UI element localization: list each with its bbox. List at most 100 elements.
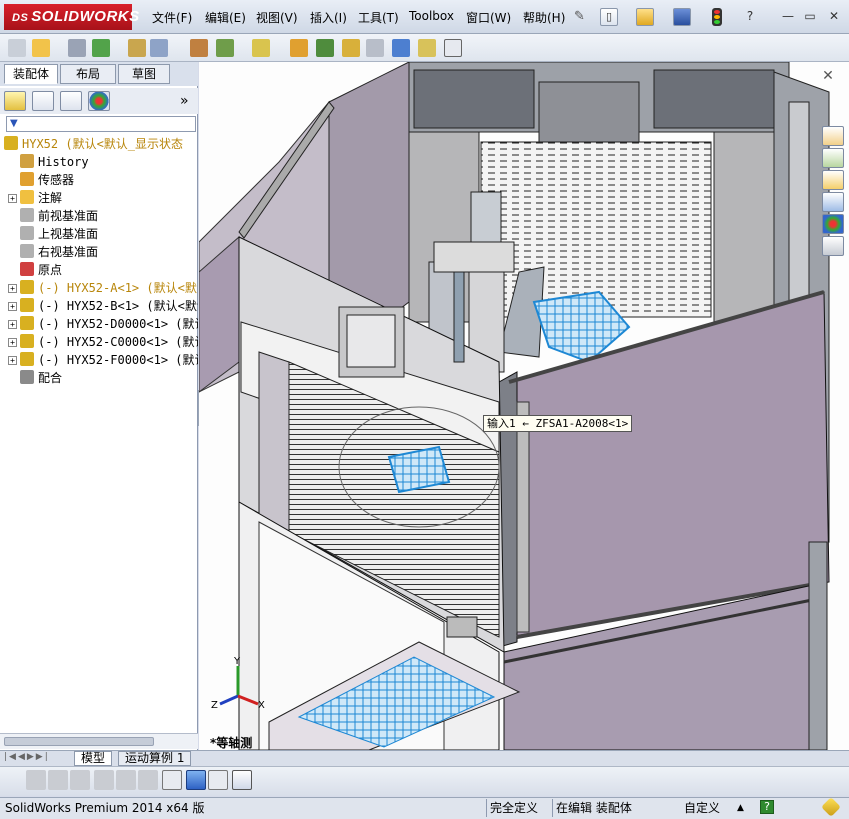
subassembly-icon [20, 316, 34, 330]
feature-manager-icon[interactable] [4, 91, 26, 111]
tree-root-assembly[interactable]: HYX52 (默认<默认_显示状态 [0, 135, 198, 153]
help-icon[interactable]: ? [742, 9, 758, 23]
menu-edit[interactable]: 编辑(E) [205, 9, 246, 26]
solidworks-logo[interactable]: DS SOLIDWORKS [4, 4, 139, 30]
exploded-view-icon[interactable] [342, 39, 360, 57]
tree-item[interactable]: + (-) HYX52-F0000<1> (默认< [0, 351, 198, 369]
component-tooltip: 输入1 ← ZFSA1-A2008<1> [483, 415, 633, 432]
isometric-view-icon[interactable] [186, 770, 206, 790]
wireframe-icon[interactable] [26, 770, 46, 790]
viewport-window-controls[interactable] [729, 70, 809, 86]
expand-toggle-icon[interactable]: + [8, 338, 17, 347]
tree-item[interactable]: + (-) HYX52-D0000<1> (默认< [0, 315, 198, 333]
tree-item-label: 原点 [38, 263, 63, 277]
graphics-area[interactable]: ✕ [199, 62, 849, 750]
menu-insert[interactable]: 插入(I) [310, 9, 347, 26]
help-status-icon[interactable]: ? [760, 800, 774, 814]
instant3d-icon[interactable] [444, 39, 462, 57]
task-pane-resources-icon[interactable] [822, 148, 844, 168]
reference-geometry-icon[interactable] [252, 39, 270, 57]
task-pane-appearances-icon[interactable] [822, 214, 844, 234]
tree-item-label: (-) HYX52-C0000<1> (默认< [38, 335, 198, 349]
tab-model[interactable]: 模型 [74, 751, 113, 766]
show-hidden-icon[interactable] [190, 39, 208, 57]
assembly-features-icon[interactable] [216, 39, 234, 57]
tree-item[interactable]: 传感器 [0, 171, 198, 189]
menu-help[interactable]: 帮助(H) [523, 9, 565, 26]
tree-item[interactable]: + (-) HYX52-B<1> (默认<默认_ [0, 297, 198, 315]
tree-item[interactable]: 右视基准面 [0, 243, 198, 261]
section-view-icon[interactable] [116, 770, 136, 790]
tab-assembly[interactable]: 装配体 [4, 64, 58, 84]
move-component-icon[interactable] [150, 39, 168, 57]
clearance-icon[interactable] [418, 39, 436, 57]
tab-motion-study-1[interactable]: 运动算例 1 [118, 751, 192, 766]
view-selector-icon[interactable] [208, 770, 228, 790]
menu-window[interactable]: 窗口(W) [466, 9, 511, 26]
expand-panel-icon[interactable]: » [180, 93, 189, 109]
units-dropdown-icon[interactable]: ▲ [737, 799, 744, 817]
rebuild-icon[interactable] [712, 8, 722, 26]
task-pane-custom-properties-icon[interactable] [822, 236, 844, 256]
new-motion-study-icon[interactable] [290, 39, 308, 57]
tab-sketch[interactable]: 草图 [118, 64, 170, 84]
rebuild-all-icon[interactable] [94, 770, 114, 790]
tab-layout[interactable]: 布局 [60, 64, 116, 84]
save-icon[interactable] [673, 8, 691, 26]
explode-line-icon[interactable] [366, 39, 384, 57]
standard-views-icon[interactable] [138, 770, 158, 790]
assembly-warning-icon [4, 136, 18, 150]
shaded-icon[interactable] [70, 770, 90, 790]
tree-item[interactable]: + (-) HYX52-C0000<1> (默认< [0, 333, 198, 351]
expand-toggle-icon[interactable]: + [8, 194, 17, 203]
expand-toggle-icon[interactable]: + [8, 356, 17, 365]
tree-item[interactable]: 前视基准面 [0, 207, 198, 225]
expand-toggle-icon[interactable]: + [8, 320, 17, 329]
minimize-button[interactable]: — [780, 9, 796, 23]
menu-toolbox[interactable]: Toolbox [409, 9, 454, 23]
task-pane-home-icon[interactable] [822, 126, 844, 146]
open-folder-icon[interactable] [636, 8, 654, 26]
filter-input[interactable]: ▼ [6, 116, 196, 132]
linear-pattern-icon[interactable] [92, 39, 110, 57]
tree-item-label: 传感器 [38, 173, 75, 187]
menu-view[interactable]: 视图(V) [256, 9, 298, 26]
interference-detection-icon[interactable] [392, 39, 410, 57]
smart-fasteners-icon[interactable] [128, 39, 146, 57]
expand-toggle-icon[interactable]: + [8, 284, 17, 293]
plane-icon [20, 226, 34, 240]
mate-icon[interactable] [68, 39, 86, 57]
property-manager-icon[interactable] [32, 91, 54, 111]
tree-item[interactable]: + 注解 [0, 189, 198, 207]
heads-up-view-toolbar[interactable] [377, 68, 637, 86]
assembly-tool-icon[interactable] [8, 39, 26, 57]
tree-item[interactable]: + (-) HYX52-A<1> (默认<默 [0, 279, 198, 297]
tree-item[interactable]: 配合 [0, 369, 198, 387]
tree-item[interactable]: 原点 [0, 261, 198, 279]
configuration-manager-icon[interactable] [60, 91, 82, 111]
task-pane-file-explorer-icon[interactable] [822, 192, 844, 212]
units-status[interactable]: 自定义 [684, 799, 720, 817]
tree-horizontal-scrollbar[interactable] [0, 733, 198, 749]
close-button[interactable]: ✕ [826, 9, 842, 23]
tab-scroll-arrows[interactable]: |◀◀▶▶| [4, 752, 70, 764]
pin-icon[interactable]: ✎ [574, 9, 590, 25]
tree-item-label: 上视基准面 [38, 227, 99, 241]
expand-toggle-icon[interactable]: + [8, 302, 17, 311]
task-pane-design-library-icon[interactable] [822, 170, 844, 190]
tree-item[interactable]: History [0, 153, 198, 171]
menu-file[interactable]: 文件(F) [152, 9, 192, 26]
display-manager-icon[interactable] [88, 91, 110, 111]
insert-component-icon[interactable] [32, 39, 50, 57]
viewport-close-icon[interactable]: ✕ [819, 68, 837, 86]
bill-of-materials-icon[interactable] [316, 39, 334, 57]
tree-item[interactable]: 上视基准面 [0, 225, 198, 243]
new-document-icon[interactable]: ▯ [600, 8, 618, 26]
menu-tools[interactable]: 工具(T) [358, 9, 399, 26]
restore-button[interactable]: ▭ [802, 9, 818, 23]
hide-show-icon[interactable] [232, 770, 252, 790]
triad-toggle-icon[interactable] [162, 770, 182, 790]
hidden-lines-icon[interactable] [48, 770, 68, 790]
filter-icon: ▼ [10, 118, 18, 129]
tree-item-label: 注解 [38, 191, 63, 205]
